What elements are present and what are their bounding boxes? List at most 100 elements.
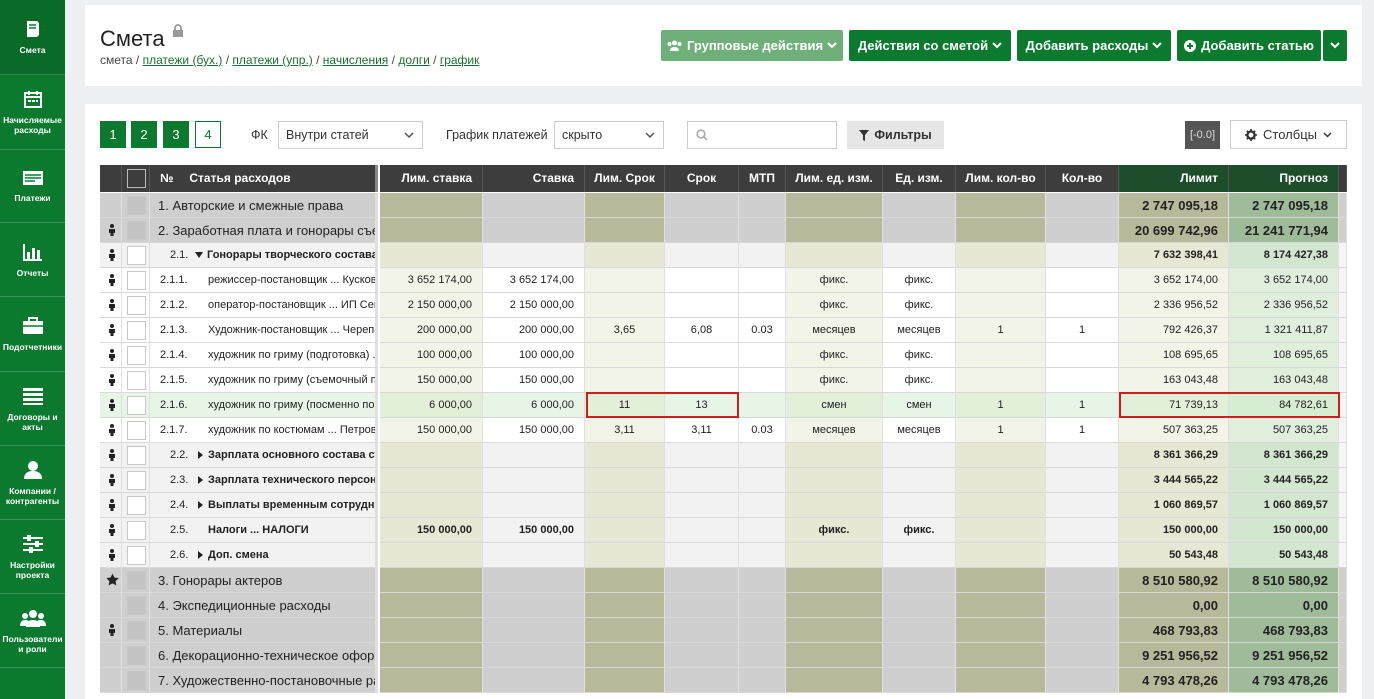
table-row[interactable]: 2. Заработная плата и гонорары съемочной…: [100, 218, 1347, 243]
person-icon[interactable]: [108, 399, 116, 411]
caret-right-icon[interactable]: [198, 501, 203, 509]
person-icon[interactable]: [108, 274, 116, 286]
person-icon[interactable]: [108, 624, 116, 636]
table-row[interactable]: 2.1.4. художник по гриму (подготовка) ...…: [100, 343, 1347, 368]
star-icon[interactable]: [106, 573, 119, 586]
row-checkbox[interactable]: [127, 646, 146, 665]
table-row[interactable]: 3. Гонорары актеров 8 510 580,92 8 510 580…: [100, 568, 1347, 593]
table-row[interactable]: 2.1.1. режиссер-постановщик ... Кусков 3 6…: [100, 268, 1347, 293]
fk-select[interactable]: Внутри статей: [278, 121, 423, 149]
person-icon[interactable]: [108, 324, 116, 336]
table-row[interactable]: 5. Материалы 468 793,83 468 793,83: [100, 618, 1347, 643]
column-header-mtp[interactable]: МТП: [739, 165, 786, 192]
add-expenses-button[interactable]: Добавить расходы: [1017, 30, 1171, 61]
table-row[interactable]: 4. Экспедиционные расходы 0,00 0,00: [100, 593, 1347, 618]
person-icon[interactable]: [108, 299, 116, 311]
column-header-rate[interactable]: Ставка: [483, 165, 585, 192]
caret-right-icon[interactable]: [198, 551, 203, 559]
breadcrumb-link-debts[interactable]: долги: [398, 53, 430, 67]
sidebar-item-companies[interactable]: Компании / контрагенты: [0, 446, 65, 520]
search-input[interactable]: [687, 121, 837, 149]
row-checkbox[interactable]: [127, 671, 146, 690]
sidebar-item-reports[interactable]: Отчеты: [0, 223, 65, 297]
column-header-lim_rate[interactable]: Лим. ставка: [380, 165, 483, 192]
row-checkbox[interactable]: [127, 521, 146, 540]
caret-right-icon[interactable]: [198, 476, 203, 484]
person-icon[interactable]: [108, 424, 116, 436]
level-2-button[interactable]: 2: [131, 121, 157, 148]
caret-down-icon[interactable]: [195, 252, 203, 258]
row-checkbox[interactable]: [127, 271, 146, 290]
breadcrumb-link-schedule[interactable]: график: [440, 53, 480, 67]
select-all-checkbox[interactable]: [127, 169, 146, 188]
breadcrumb-link-payments-mgmt[interactable]: платежи (упр.): [232, 53, 312, 67]
breadcrumb-link-accruals[interactable]: начисления: [323, 53, 389, 67]
sidebar-item-users[interactable]: Пользователи и роли: [0, 594, 65, 668]
caret-right-icon[interactable]: [198, 451, 203, 459]
add-item-button[interactable]: Добавить статью: [1177, 30, 1321, 61]
person-icon[interactable]: [108, 449, 116, 461]
table-row[interactable]: 2.5. Налоги ... НАЛОГИ 150 000,00 150 000,0…: [100, 518, 1347, 543]
row-checkbox[interactable]: [127, 396, 146, 415]
person-icon[interactable]: [108, 349, 116, 361]
row-checkbox[interactable]: [127, 221, 146, 240]
group-actions-button[interactable]: Групповые действия: [661, 30, 843, 61]
column-header-lim_term[interactable]: Лим. Срок: [585, 165, 665, 192]
filters-button[interactable]: Фильтры: [847, 121, 944, 149]
person-icon[interactable]: [108, 549, 116, 561]
person-icon[interactable]: [108, 524, 116, 536]
row-checkbox[interactable]: [127, 471, 146, 490]
table-row[interactable]: 2.6. Доп. смена 50 543,48 50 543,48: [100, 543, 1347, 568]
table-row[interactable]: 7. Художественно-постановочные расходы 4 …: [100, 668, 1347, 693]
table-row[interactable]: 2.1.7. художник по костюмам ... Петрова 15…: [100, 418, 1347, 443]
row-checkbox[interactable]: [127, 321, 146, 340]
column-header-forecast[interactable]: Прогноз: [1229, 165, 1339, 192]
table-row[interactable]: 2.3. Зарплата технического персонала 3 444…: [100, 468, 1347, 493]
estimate-actions-button[interactable]: Действия со сметой: [849, 30, 1011, 61]
row-checkbox[interactable]: [127, 496, 146, 515]
column-header-cb[interactable]: [122, 165, 150, 192]
person-icon[interactable]: [108, 224, 116, 236]
column-header-limit[interactable]: Лимит: [1119, 165, 1229, 192]
level-4-button[interactable]: 4: [195, 121, 221, 148]
row-checkbox[interactable]: [127, 346, 146, 365]
row-checkbox[interactable]: [127, 446, 146, 465]
sidebar-item-contracts[interactable]: Договоры и акты: [0, 372, 65, 446]
row-checkbox[interactable]: [127, 571, 146, 590]
sidebar-item-payments[interactable]: Платежи: [0, 150, 65, 223]
column-header-name[interactable]: № Статья расходов: [150, 165, 378, 192]
breadcrumb-link-payments-acc[interactable]: платежи (бух.): [143, 53, 223, 67]
table-row[interactable]: 2.4. Выплаты временным сотрудникам 1 060 8…: [100, 493, 1347, 518]
row-checkbox[interactable]: [127, 546, 146, 565]
row-checkbox[interactable]: [127, 196, 146, 215]
column-header-lim_qty[interactable]: Лим. кол-во: [956, 165, 1046, 192]
row-checkbox[interactable]: [127, 296, 146, 315]
table-row[interactable]: 2.2. Зарплата основного состава съемочной…: [100, 443, 1347, 468]
table-row[interactable]: 2.1. Гонорары творческого состава 7 632 39…: [100, 243, 1347, 268]
schedule-select[interactable]: скрыто: [554, 121, 664, 149]
person-icon[interactable]: [108, 474, 116, 486]
add-item-dropdown-button[interactable]: [1323, 30, 1347, 61]
table-row[interactable]: 2.1.3. Художник-постановщик ... Черепанов…: [100, 318, 1347, 343]
row-checkbox[interactable]: [127, 421, 146, 440]
level-1-button[interactable]: 1: [100, 121, 126, 148]
person-icon[interactable]: [108, 374, 116, 386]
column-header-qty[interactable]: Кол-во: [1046, 165, 1119, 192]
columns-button[interactable]: Столбцы: [1230, 120, 1347, 149]
person-icon[interactable]: [108, 499, 116, 511]
level-3-button[interactable]: 3: [163, 121, 189, 148]
sidebar-item-settings[interactable]: Настройки проекта: [0, 520, 65, 594]
column-header-unit[interactable]: Ед. изм.: [883, 165, 956, 192]
column-header-term[interactable]: Срок: [665, 165, 739, 192]
person-icon[interactable]: [108, 249, 116, 261]
table-row[interactable]: 1. Авторские и смежные права 2 747 095,18…: [100, 193, 1347, 218]
sidebar-item-accountable[interactable]: Подотчетники: [0, 297, 65, 372]
table-row[interactable]: 2.1.5. художник по гриму (съемочный перио…: [100, 368, 1347, 393]
row-checkbox[interactable]: [127, 596, 146, 615]
table-row[interactable]: 6. Декорационно-техническое оформление 9 …: [100, 643, 1347, 668]
row-checkbox[interactable]: [127, 246, 146, 265]
sidebar-item-estimate[interactable]: Смета: [0, 0, 65, 75]
row-checkbox[interactable]: [127, 371, 146, 390]
table-row[interactable]: 2.1.2. оператор-постановщик ... ИП Семено…: [100, 293, 1347, 318]
sidebar-item-accruals[interactable]: Начисляемые расходы: [0, 75, 65, 150]
